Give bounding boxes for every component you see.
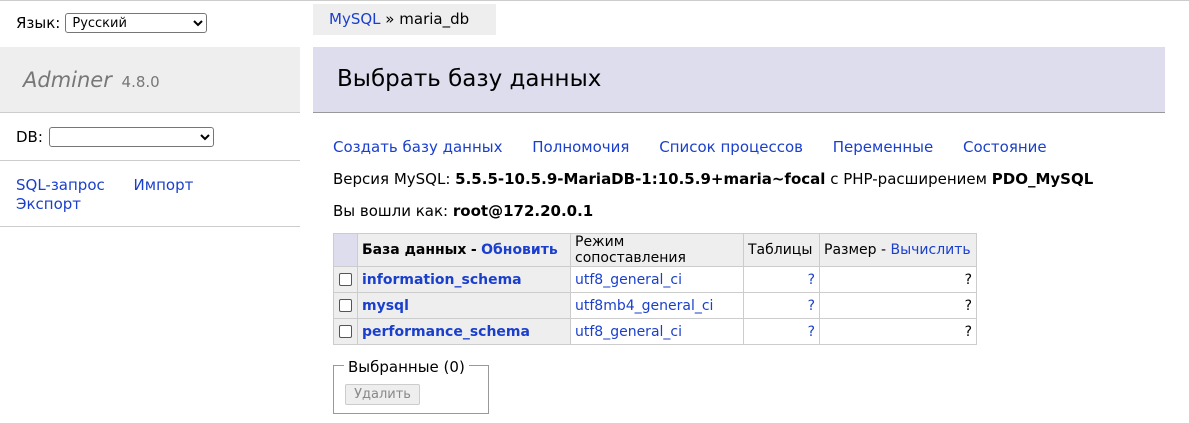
table-row: performance_schema utf8_general_ci ? ? [333,318,977,345]
database-link[interactable]: performance_schema [362,324,530,340]
language-row: Язык: Русский [16,13,208,33]
sidebar-links: SQL-запрос Импорт Экспорт [16,176,296,214]
select-all-header[interactable] [333,233,358,267]
language-select[interactable]: Русский [65,13,208,33]
version-label: Версия MySQL: [333,170,451,188]
collation-link[interactable]: utf8_general_ci [575,272,682,288]
column-header-size-label: Размер [824,242,877,258]
version-value: 5.5.5-10.5.9-MariaDB-1:10.5.9+maria~foca… [455,170,826,188]
variables-link[interactable]: Переменные [833,138,934,156]
row-checkbox-cell [333,318,358,345]
database-name-cell: information_schema [357,266,571,293]
logo-panel: Adminer 4.8.0 [0,47,300,113]
row-checkbox-cell [333,292,358,319]
row-checkbox[interactable] [339,325,352,338]
table-row: information_schema utf8_general_ci ? ? [333,266,977,293]
column-header-collation: Режим сопоставления [570,233,744,267]
database-name-cell: performance_schema [357,318,571,345]
size-cell: ? [819,266,977,293]
sql-query-link[interactable]: SQL-запрос [16,176,105,194]
collation-link[interactable]: utf8mb4_general_ci [575,298,713,314]
login-info: Вы вошли как: root@172.20.0.1 [333,202,593,220]
database-link[interactable]: information_schema [362,272,522,288]
column-header-size: Размер - Вычислить [819,233,977,267]
logo-version: 4.8.0 [121,73,160,91]
login-value: root@172.20.0.1 [452,202,594,220]
language-label: Язык: [16,14,61,32]
divider [0,226,300,227]
databases-table: База данных - Обновить Режим сопоставлен… [333,233,977,345]
privileges-link[interactable]: Полномочия [532,138,629,156]
column-header-separator: - [470,242,477,258]
row-checkbox[interactable] [339,299,352,312]
size-cell: ? [819,292,977,319]
action-links: Создать базу данных Полномочия Список пр… [333,138,1072,156]
tables-cell: ? [743,292,820,319]
login-label: Вы вошли как: [333,202,449,220]
tables-cell: ? [743,266,820,293]
collation-link[interactable]: utf8_general_ci [575,324,682,340]
db-label: DB: [16,128,43,146]
breadcrumb: MySQL » maria_db [313,4,496,35]
divider [0,160,300,161]
size-cell: ? [819,318,977,345]
database-link[interactable]: mysql [362,298,409,314]
page-title: Выбрать базу данных [313,47,1165,113]
compute-size-link[interactable]: Вычислить [891,242,971,258]
table-header-row: База данных - Обновить Режим сопоставлен… [333,233,977,267]
selected-legend: Выбранные (0) [344,358,469,376]
status-link[interactable]: Состояние [963,138,1047,156]
breadcrumb-current: maria_db [399,10,470,28]
delete-button[interactable]: Удалить [345,384,420,405]
php-value: PDO_MySQL [991,170,1094,188]
breadcrumb-separator: » [385,10,395,28]
collation-cell: utf8_general_ci [570,266,744,293]
column-header-database-label: База данных [362,242,467,258]
tables-count-link[interactable]: ? [808,324,815,340]
logo-name: Adminer [23,68,112,92]
create-database-link[interactable]: Создать базу данных [333,138,503,156]
row-checkbox[interactable] [339,273,352,286]
db-select-row: DB: [16,127,214,147]
column-header-separator: - [880,242,887,258]
logo[interactable]: Adminer 4.8.0 [23,68,160,92]
db-select[interactable] [48,127,214,147]
php-label: с PHP-расширением [830,170,987,188]
breadcrumb-server-link[interactable]: MySQL [329,10,381,28]
tables-count-link[interactable]: ? [808,272,815,288]
process-list-link[interactable]: Список процессов [659,138,803,156]
export-link[interactable]: Экспорт [16,195,81,213]
collation-cell: utf8mb4_general_ci [570,292,744,319]
row-checkbox-cell [333,266,358,293]
column-header-database: База данных - Обновить [357,233,571,267]
selected-fieldset: Выбранные (0) Удалить [333,358,489,414]
import-link[interactable]: Импорт [134,176,194,194]
version-info: Версия MySQL: 5.5.5-10.5.9-MariaDB-1:10.… [333,170,1093,188]
column-header-tables: Таблицы [743,233,820,267]
tables-cell: ? [743,318,820,345]
database-name-cell: mysql [357,292,571,319]
collation-cell: utf8_general_ci [570,318,744,345]
tables-count-link[interactable]: ? [808,298,815,314]
refresh-link[interactable]: Обновить [481,242,558,258]
table-row: mysql utf8mb4_general_ci ? ? [333,292,977,319]
